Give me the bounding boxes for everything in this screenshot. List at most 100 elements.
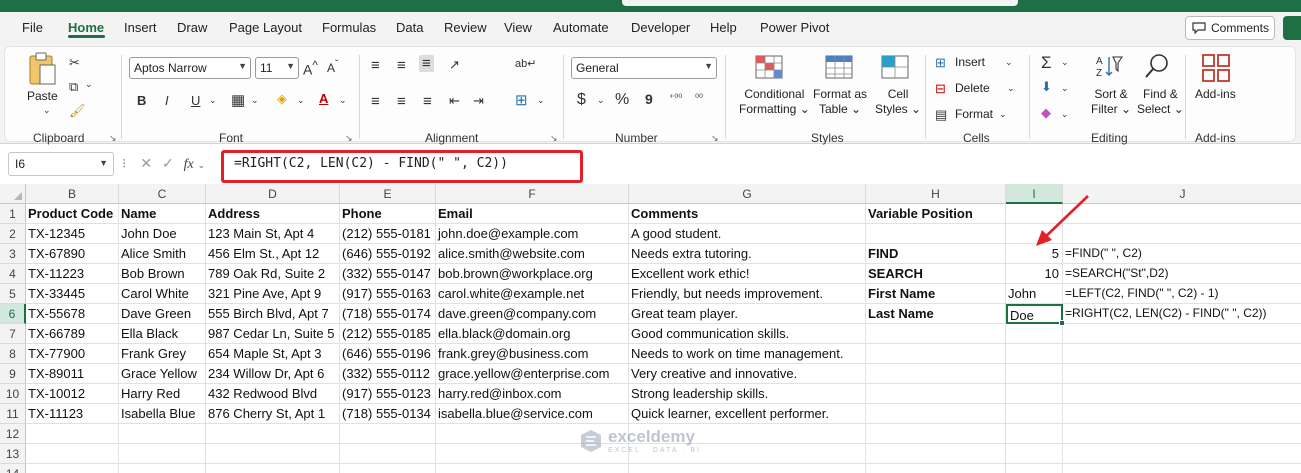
more-icon[interactable]: ⁝	[122, 155, 126, 171]
table-cell[interactable]: Frank Grey	[119, 344, 206, 364]
paste-dropdown-icon[interactable]: ⌄	[43, 105, 51, 116]
tab-review[interactable]: Review	[444, 20, 487, 35]
row-header-7[interactable]: 7	[0, 324, 26, 344]
select-all-button[interactable]	[0, 184, 26, 204]
name-box[interactable]: I6 ▼	[8, 152, 114, 176]
table-cell[interactable]: Carol White	[119, 284, 206, 304]
format-painter-icon[interactable]: 🖌	[69, 103, 86, 119]
table-cell[interactable]: (917) 555-0163	[340, 284, 436, 304]
table-cell[interactable]: TX-55678	[26, 304, 119, 324]
cell-b14[interactable]	[26, 464, 119, 473]
row-header-12[interactable]: 12	[0, 424, 26, 444]
table-cell[interactable]: Very creative and innovative.	[629, 364, 866, 384]
table-cell[interactable]: TX-67890	[26, 244, 119, 264]
table-cell[interactable]: A good student.	[629, 224, 866, 244]
table-cell[interactable]: (646) 555-0192	[340, 244, 436, 264]
merge-center-icon[interactable]: ⊞	[515, 91, 528, 109]
cut-icon[interactable]: ✂	[69, 55, 80, 71]
table-cell[interactable]: (212) 555-0181	[340, 224, 436, 244]
table-cell[interactable]: 654 Maple St, Apt 3	[206, 344, 340, 364]
table-cell[interactable]: 555 Birch Blvd, Apt 7	[206, 304, 340, 324]
table-cell[interactable]: TX-66789	[26, 324, 119, 344]
tab-home[interactable]: Home	[68, 20, 104, 35]
delete-dropdown-icon[interactable]: ⌄	[1007, 83, 1015, 94]
table-cell[interactable]: Isabella Blue	[119, 404, 206, 424]
table-cell[interactable]: (332) 555-0147	[340, 264, 436, 284]
cell-b12[interactable]	[26, 424, 119, 444]
table-cell[interactable]: 321 Pine Ave, Apt 9	[206, 284, 340, 304]
tab-page-layout[interactable]: Page Layout	[229, 20, 302, 35]
underline-dropdown-icon[interactable]: ⌄	[209, 95, 217, 106]
cell-b13[interactable]	[26, 444, 119, 464]
wrap-text-icon[interactable]: ab↵	[515, 57, 536, 70]
cell-j14[interactable]	[1063, 464, 1301, 473]
delete-cells-button[interactable]: Delete	[955, 81, 990, 96]
sort-filter-icon[interactable]: AZ	[1095, 53, 1124, 82]
column-header-h[interactable]: H	[866, 184, 1006, 204]
variable-value[interactable]: John	[1006, 284, 1063, 304]
insert-function-icon[interactable]: fx	[184, 157, 194, 172]
tab-view[interactable]: View	[504, 20, 532, 35]
cell-i7[interactable]	[1006, 324, 1063, 344]
table-cell[interactable]: john.doe@example.com	[436, 224, 629, 244]
header-cell-b[interactable]: Product Code	[26, 204, 119, 224]
column-header-e[interactable]: E	[340, 184, 436, 204]
cell-i13[interactable]	[1006, 444, 1063, 464]
variable-label[interactable]: FIND	[866, 244, 1006, 264]
table-cell[interactable]: dave.green@company.com	[436, 304, 629, 324]
cell-h10[interactable]	[866, 384, 1006, 404]
cell-d13[interactable]	[206, 444, 340, 464]
table-cell[interactable]: 234 Willow Dr, Apt 6	[206, 364, 340, 384]
percent-icon[interactable]: %	[615, 91, 629, 109]
tab-automate[interactable]: Automate	[553, 20, 609, 35]
variable-label[interactable]: Last Name	[866, 304, 1006, 324]
sort-filter-label[interactable]: Sort & Filter ⌄	[1091, 87, 1131, 117]
format-as-table-icon[interactable]	[825, 55, 853, 82]
cell-e14[interactable]	[340, 464, 436, 473]
align-right-icon[interactable]: ≡	[423, 93, 432, 110]
table-cell[interactable]: (646) 555-0196	[340, 344, 436, 364]
add-ins-button[interactable]: Add-ins	[1195, 87, 1236, 102]
table-cell[interactable]: (917) 555-0123	[340, 384, 436, 404]
table-cell[interactable]: Dave Green	[119, 304, 206, 324]
increase-decimal-icon[interactable]: ⁺⁰⁰	[669, 93, 682, 104]
column-header-d[interactable]: D	[206, 184, 340, 204]
row-header-10[interactable]: 10	[0, 384, 26, 404]
insert-cells-button[interactable]: Insert	[955, 55, 985, 70]
cell-h9[interactable]	[866, 364, 1006, 384]
align-center-icon[interactable]: ≡	[397, 93, 406, 110]
table-cell[interactable]: (332) 555-0112	[340, 364, 436, 384]
table-cell[interactable]: Strong leadership skills.	[629, 384, 866, 404]
table-cell[interactable]: harry.red@inbox.com	[436, 384, 629, 404]
table-cell[interactable]: 432 Redwood Blvd	[206, 384, 340, 404]
row-header-3[interactable]: 3	[0, 244, 26, 264]
alignment-launcher-icon[interactable]: ↘	[550, 133, 558, 144]
variable-formula-text[interactable]: =RIGHT(C2, LEN(C2) - FIND(" ", C2))	[1063, 304, 1301, 324]
enter-icon[interactable]: ✓	[162, 155, 174, 171]
autosum-icon[interactable]: Σ	[1041, 53, 1052, 73]
comments-button[interactable]: Comments	[1185, 16, 1275, 40]
cell-c14[interactable]	[119, 464, 206, 473]
table-cell[interactable]: Needs extra tutoring.	[629, 244, 866, 264]
table-cell[interactable]: Ella Black	[119, 324, 206, 344]
cell-i10[interactable]	[1006, 384, 1063, 404]
increase-indent-icon[interactable]: ⇥	[473, 93, 484, 109]
table-cell[interactable]: TX-89011	[26, 364, 119, 384]
variable-formula-text[interactable]: =FIND(" ", C2)	[1063, 244, 1301, 264]
table-cell[interactable]: Quick learner, excellent performer.	[629, 404, 866, 424]
table-cell[interactable]: 789 Oak Rd, Suite 2	[206, 264, 340, 284]
table-cell[interactable]: 876 Cherry St, Apt 1	[206, 404, 340, 424]
cell-h2[interactable]	[866, 224, 1006, 244]
add-ins-icon[interactable]	[1201, 53, 1231, 86]
header-cell-c[interactable]: Name	[119, 204, 206, 224]
active-cell[interactable]: Doe	[1006, 304, 1063, 324]
align-middle-icon[interactable]: ≡	[397, 57, 406, 74]
tab-formulas[interactable]: Formulas	[322, 20, 376, 35]
table-cell[interactable]: (718) 555-0134	[340, 404, 436, 424]
table-cell[interactable]: (718) 555-0174	[340, 304, 436, 324]
format-as-table-label[interactable]: Format as Table ⌄	[813, 87, 867, 117]
column-header-f[interactable]: F	[436, 184, 629, 204]
insert-dropdown-icon[interactable]: ⌄	[1005, 57, 1013, 68]
borders-icon[interactable]: ▦	[231, 91, 245, 109]
cell-j11[interactable]	[1063, 404, 1301, 424]
